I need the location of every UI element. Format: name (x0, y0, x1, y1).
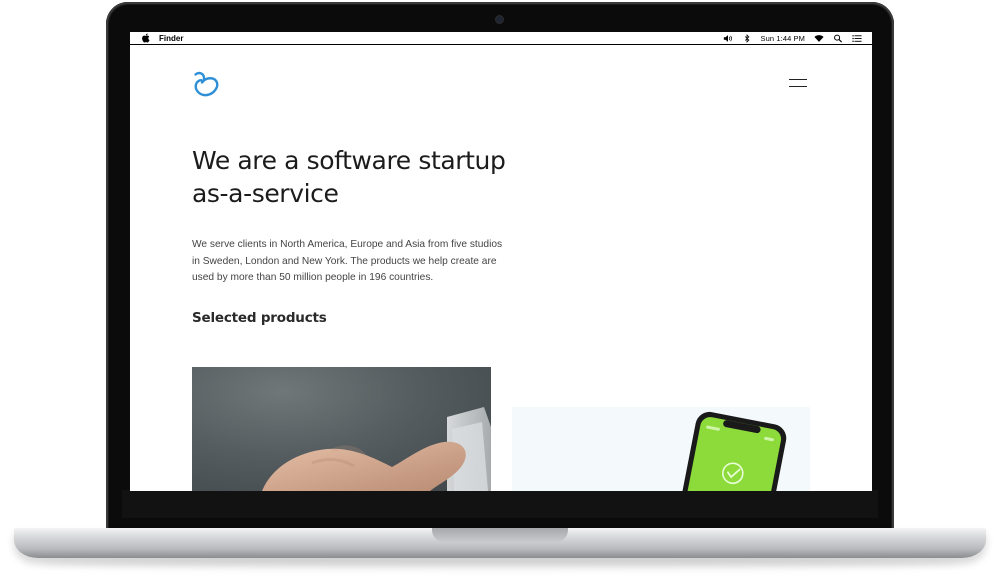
headline-line-1: We are a software startup (192, 146, 506, 175)
product-card-app[interactable] (512, 407, 810, 491)
spotlight-search-icon[interactable] (833, 34, 843, 43)
laptop-shadow (40, 557, 960, 569)
green-app-phone-image (679, 411, 787, 491)
product-card-photo[interactable] (192, 367, 491, 491)
macos-menu-bar: Finder Sun 1:44 PM (130, 32, 872, 45)
webcam (496, 16, 503, 23)
bluetooth-icon[interactable] (742, 33, 752, 43)
menu-bar-clock[interactable]: Sun 1:44 PM (761, 34, 805, 43)
volume-icon[interactable] (723, 34, 733, 43)
hamburger-menu-icon[interactable] (789, 78, 807, 88)
intro-paragraph: We serve clients in North America, Europ… (192, 239, 503, 283)
hand-holding-phone-image (262, 407, 491, 491)
laptop-opening-notch (432, 528, 568, 542)
wifi-icon[interactable] (814, 34, 824, 43)
brand-logo-icon[interactable] (192, 69, 224, 99)
laptop-screen: Finder Sun 1:44 PM We are a software sta… (130, 32, 872, 491)
notification-list-icon[interactable] (852, 34, 862, 43)
active-app-name[interactable]: Finder (159, 34, 183, 43)
apple-icon[interactable] (141, 33, 150, 43)
section-heading: Selected products (192, 310, 327, 326)
hamburger-line-top (789, 79, 807, 81)
headline-line-2: as-a-service (192, 179, 339, 208)
laptop-bottom-bezel (122, 490, 878, 518)
hamburger-line-bottom (789, 86, 807, 88)
menu-bar-status-area: Sun 1:44 PM (723, 34, 862, 43)
page-headline: We are a software startup as-a-service (192, 144, 532, 210)
